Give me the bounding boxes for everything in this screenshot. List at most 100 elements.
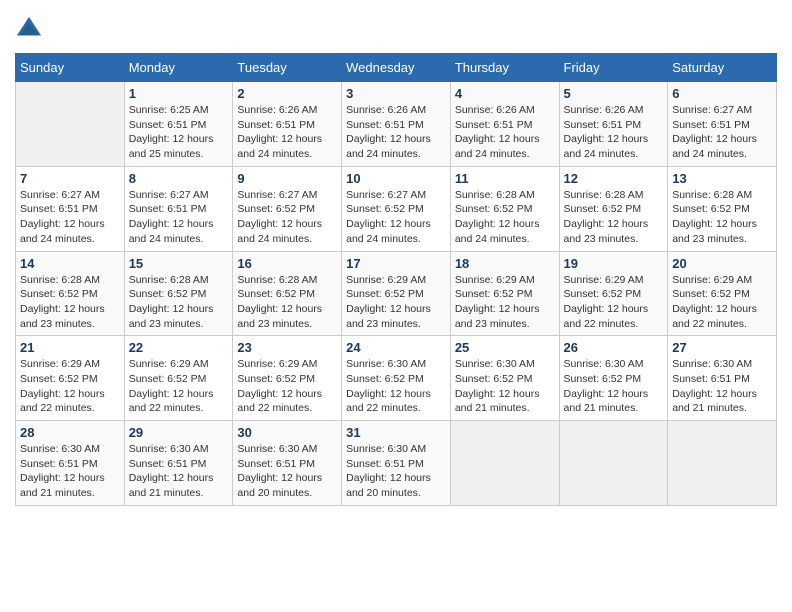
day-info: Sunrise: 6:29 AMSunset: 6:52 PMDaylight:…: [455, 273, 555, 332]
day-cell: 5 Sunrise: 6:26 AMSunset: 6:51 PMDaylight…: [559, 82, 668, 167]
day-number: 29: [129, 425, 229, 440]
day-cell: 30 Sunrise: 6:30 AMSunset: 6:51 PMDayligh…: [233, 421, 342, 506]
day-number: 31: [346, 425, 446, 440]
header-cell-sunday: Sunday: [16, 54, 125, 82]
day-number: 19: [564, 256, 664, 271]
day-cell: 11 Sunrise: 6:28 AMSunset: 6:52 PMDayligh…: [450, 166, 559, 251]
day-cell: 31 Sunrise: 6:30 AMSunset: 6:51 PMDayligh…: [342, 421, 451, 506]
day-info: Sunrise: 6:30 AMSunset: 6:51 PMDaylight:…: [20, 442, 120, 501]
week-row-5: 28 Sunrise: 6:30 AMSunset: 6:51 PMDayligh…: [16, 421, 777, 506]
day-number: 6: [672, 86, 772, 101]
day-info: Sunrise: 6:28 AMSunset: 6:52 PMDaylight:…: [237, 273, 337, 332]
day-cell: 29 Sunrise: 6:30 AMSunset: 6:51 PMDayligh…: [124, 421, 233, 506]
day-number: 10: [346, 171, 446, 186]
header-cell-thursday: Thursday: [450, 54, 559, 82]
day-info: Sunrise: 6:25 AMSunset: 6:51 PMDaylight:…: [129, 103, 229, 162]
day-number: 30: [237, 425, 337, 440]
day-info: Sunrise: 6:30 AMSunset: 6:52 PMDaylight:…: [346, 357, 446, 416]
day-cell: 8Sunrise: 6:27 AMSunset: 6:51 PMDaylight…: [124, 166, 233, 251]
day-number: 17: [346, 256, 446, 271]
day-info: Sunrise: 6:27 AMSunset: 6:52 PMDaylight:…: [237, 188, 337, 247]
day-cell: 14 Sunrise: 6:28 AMSunset: 6:52 PMDayligh…: [16, 251, 125, 336]
day-cell: 6 Sunrise: 6:27 AMSunset: 6:51 PMDaylight…: [668, 82, 777, 167]
day-info: Sunrise: 6:26 AMSunset: 6:51 PMDaylight:…: [564, 103, 664, 162]
day-number: 27: [672, 340, 772, 355]
day-info: Sunrise: 6:30 AMSunset: 6:51 PMDaylight:…: [237, 442, 337, 501]
day-info: Sunrise: 6:30 AMSunset: 6:51 PMDaylight:…: [346, 442, 446, 501]
day-cell: 13 Sunrise: 6:28 AMSunset: 6:52 PMDayligh…: [668, 166, 777, 251]
day-number: 24: [346, 340, 446, 355]
day-info: Sunrise: 6:26 AMSunset: 6:51 PMDaylight:…: [455, 103, 555, 162]
day-cell: 4 Sunrise: 6:26 AMSunset: 6:51 PMDaylight…: [450, 82, 559, 167]
day-cell: 25 Sunrise: 6:30 AMSunset: 6:52 PMDayligh…: [450, 336, 559, 421]
day-cell: 15Sunrise: 6:28 AMSunset: 6:52 PMDayligh…: [124, 251, 233, 336]
day-info: Sunrise: 6:27 AMSunset: 6:51 PMDaylight:…: [20, 188, 120, 247]
day-number: 18: [455, 256, 555, 271]
day-cell: 1 Sunrise: 6:25 AMSunset: 6:51 PMDaylight…: [124, 82, 233, 167]
day-number: 11: [455, 171, 555, 186]
day-number: 8: [129, 171, 229, 186]
day-cell: 3 Sunrise: 6:26 AMSunset: 6:51 PMDaylight…: [342, 82, 451, 167]
week-row-1: 1 Sunrise: 6:25 AMSunset: 6:51 PMDaylight…: [16, 82, 777, 167]
day-info: Sunrise: 6:28 AMSunset: 6:52 PMDaylight:…: [672, 188, 772, 247]
page-header: [15, 15, 777, 43]
day-info: Sunrise: 6:29 AMSunset: 6:52 PMDaylight:…: [129, 357, 229, 416]
day-number: 26: [564, 340, 664, 355]
day-number: 15: [129, 256, 229, 271]
day-number: 13: [672, 171, 772, 186]
day-number: 4: [455, 86, 555, 101]
day-info: Sunrise: 6:28 AMSunset: 6:52 PMDaylight:…: [20, 273, 120, 332]
day-info: Sunrise: 6:30 AMSunset: 6:51 PMDaylight:…: [672, 357, 772, 416]
day-info: Sunrise: 6:29 AMSunset: 6:52 PMDaylight:…: [346, 273, 446, 332]
day-cell: 22 Sunrise: 6:29 AMSunset: 6:52 PMDayligh…: [124, 336, 233, 421]
day-number: 14: [20, 256, 120, 271]
day-number: 23: [237, 340, 337, 355]
header-cell-saturday: Saturday: [668, 54, 777, 82]
day-cell: 20 Sunrise: 6:29 AMSunset: 6:52 PMDayligh…: [668, 251, 777, 336]
day-info: Sunrise: 6:29 AMSunset: 6:52 PMDaylight:…: [237, 357, 337, 416]
day-info: Sunrise: 6:27 AMSunset: 6:52 PMDaylight:…: [346, 188, 446, 247]
week-row-4: 21Sunrise: 6:29 AMSunset: 6:52 PMDayligh…: [16, 336, 777, 421]
logo: [15, 15, 47, 43]
day-info: Sunrise: 6:26 AMSunset: 6:51 PMDaylight:…: [346, 103, 446, 162]
day-info: Sunrise: 6:30 AMSunset: 6:52 PMDaylight:…: [455, 357, 555, 416]
day-number: 16: [237, 256, 337, 271]
day-number: 5: [564, 86, 664, 101]
day-number: 12: [564, 171, 664, 186]
day-cell: [559, 421, 668, 506]
header-cell-monday: Monday: [124, 54, 233, 82]
day-number: 28: [20, 425, 120, 440]
day-cell: [450, 421, 559, 506]
week-row-2: 7Sunrise: 6:27 AMSunset: 6:51 PMDaylight…: [16, 166, 777, 251]
week-row-3: 14 Sunrise: 6:28 AMSunset: 6:52 PMDayligh…: [16, 251, 777, 336]
day-cell: 16 Sunrise: 6:28 AMSunset: 6:52 PMDayligh…: [233, 251, 342, 336]
header-cell-tuesday: Tuesday: [233, 54, 342, 82]
day-cell: [668, 421, 777, 506]
day-info: Sunrise: 6:29 AMSunset: 6:52 PMDaylight:…: [20, 357, 120, 416]
day-cell: 26Sunrise: 6:30 AMSunset: 6:52 PMDayligh…: [559, 336, 668, 421]
calendar-header-row: SundayMondayTuesdayWednesdayThursdayFrid…: [16, 54, 777, 82]
calendar-body: 1 Sunrise: 6:25 AMSunset: 6:51 PMDaylight…: [16, 82, 777, 506]
day-number: 1: [129, 86, 229, 101]
day-number: 25: [455, 340, 555, 355]
day-info: Sunrise: 6:26 AMSunset: 6:51 PMDaylight:…: [237, 103, 337, 162]
day-number: 3: [346, 86, 446, 101]
day-info: Sunrise: 6:29 AMSunset: 6:52 PMDaylight:…: [672, 273, 772, 332]
day-cell: 9Sunrise: 6:27 AMSunset: 6:52 PMDaylight…: [233, 166, 342, 251]
day-cell: 18 Sunrise: 6:29 AMSunset: 6:52 PMDayligh…: [450, 251, 559, 336]
day-info: Sunrise: 6:28 AMSunset: 6:52 PMDaylight:…: [455, 188, 555, 247]
day-cell: 7Sunrise: 6:27 AMSunset: 6:51 PMDaylight…: [16, 166, 125, 251]
day-number: 2: [237, 86, 337, 101]
day-cell: 17 Sunrise: 6:29 AMSunset: 6:52 PMDayligh…: [342, 251, 451, 336]
day-info: Sunrise: 6:29 AMSunset: 6:52 PMDaylight:…: [564, 273, 664, 332]
day-cell: 2 Sunrise: 6:26 AMSunset: 6:51 PMDaylight…: [233, 82, 342, 167]
day-cell: 19 Sunrise: 6:29 AMSunset: 6:52 PMDayligh…: [559, 251, 668, 336]
day-number: 20: [672, 256, 772, 271]
day-info: Sunrise: 6:27 AMSunset: 6:51 PMDaylight:…: [672, 103, 772, 162]
day-info: Sunrise: 6:30 AMSunset: 6:51 PMDaylight:…: [129, 442, 229, 501]
logo-icon: [15, 15, 43, 43]
day-cell: 28 Sunrise: 6:30 AMSunset: 6:51 PMDayligh…: [16, 421, 125, 506]
day-cell: 12Sunrise: 6:28 AMSunset: 6:52 PMDayligh…: [559, 166, 668, 251]
day-cell: 27 Sunrise: 6:30 AMSunset: 6:51 PMDayligh…: [668, 336, 777, 421]
day-number: 22: [129, 340, 229, 355]
